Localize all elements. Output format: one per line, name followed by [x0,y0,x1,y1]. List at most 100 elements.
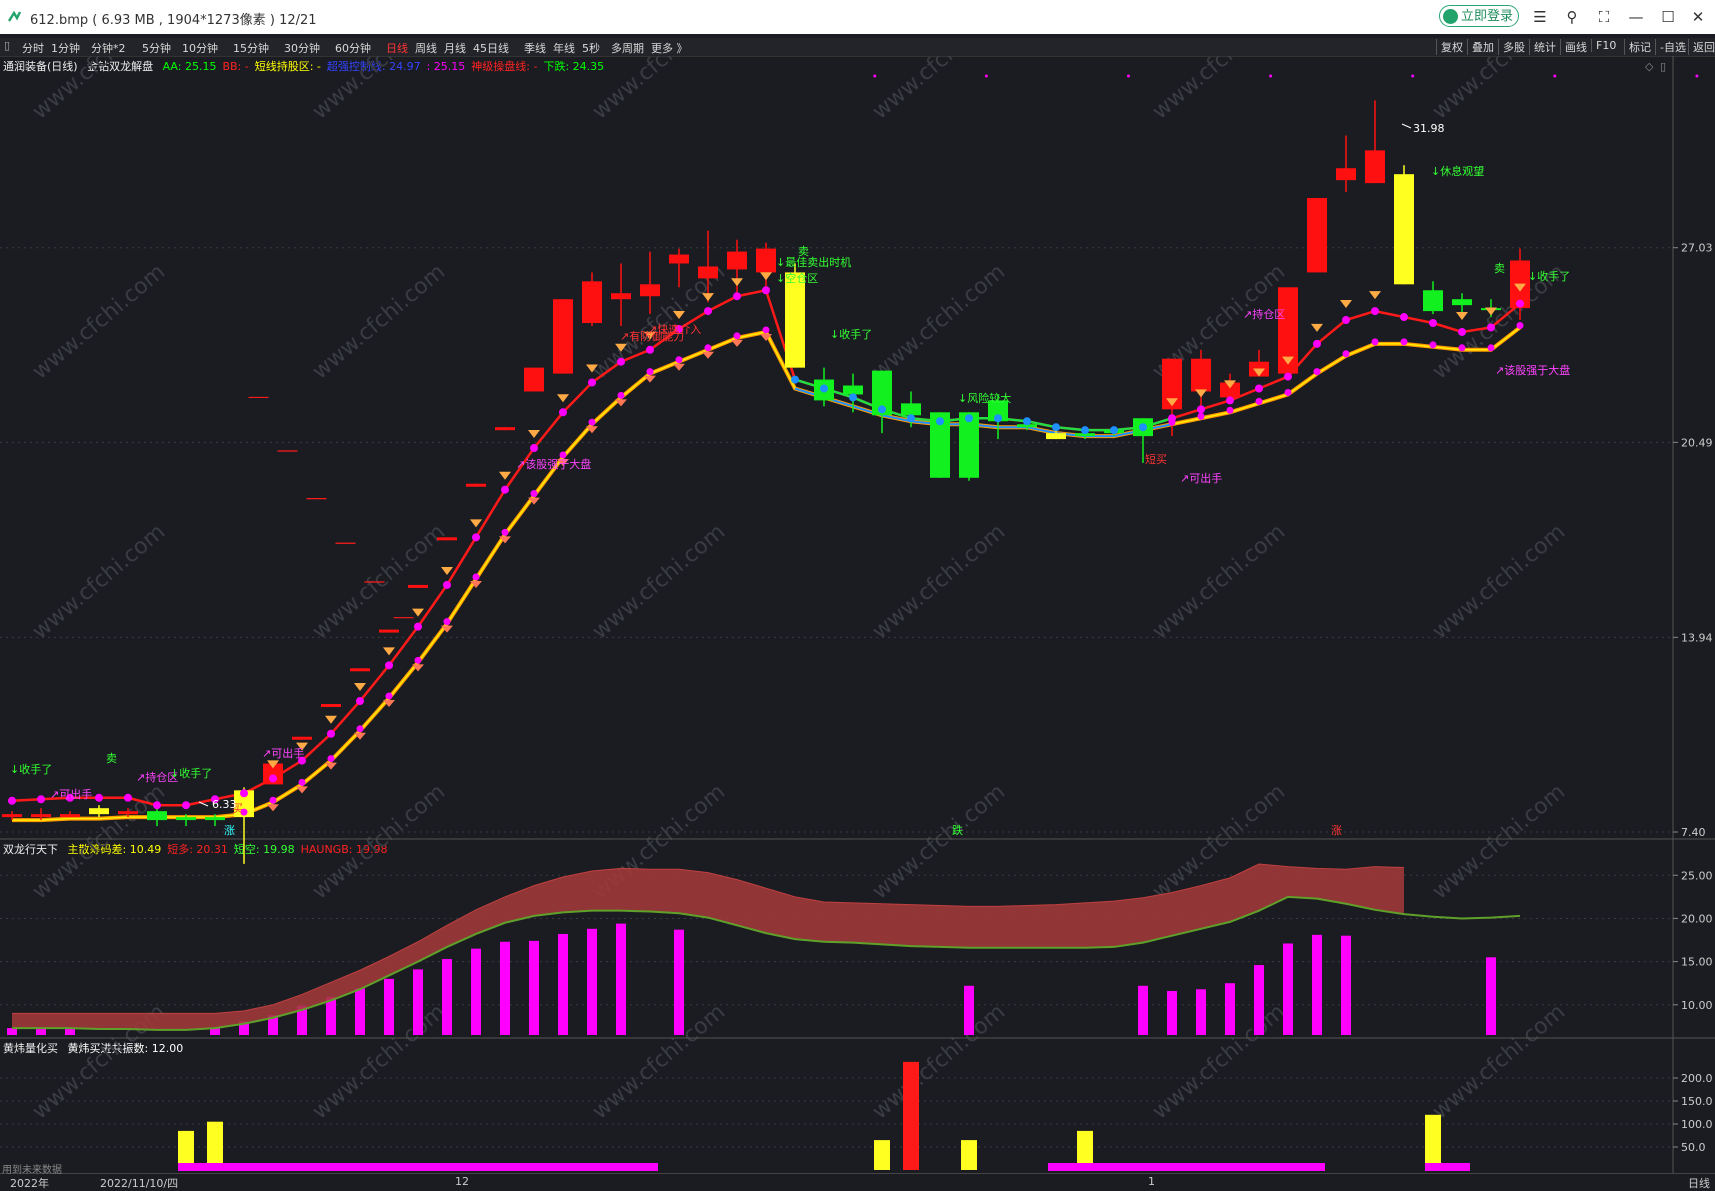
candle-body[interactable] [89,808,109,815]
candle-body[interactable] [553,299,573,374]
chart-annotation: ↓收手了 [10,762,52,776]
diamond-icon [760,272,772,281]
candle-body[interactable] [60,814,80,818]
candle-body[interactable] [466,483,486,487]
candle-body[interactable] [524,367,544,392]
user-avatar-icon [1443,9,1458,24]
candle-body[interactable] [118,811,138,815]
panel-menu-icon[interactable]: ▯ [1660,60,1666,73]
candle-body[interactable] [901,403,921,416]
chart-annotation: ↗持仓区 [1243,307,1285,321]
chip-bar [1196,989,1206,1035]
candle-body[interactable] [1452,299,1472,306]
signal-strip [178,1163,658,1171]
panel3-axis-label: 150.0 [1681,1095,1713,1108]
candle-body[interactable] [582,281,602,324]
line-marker [675,356,683,364]
period-tab[interactable]: 年线 [553,40,575,56]
line-marker [762,286,770,295]
line-marker [8,796,16,805]
maximize-icon[interactable]: ☐ [1658,7,1678,27]
period-tab[interactable]: 10分钟 [182,40,218,56]
menu-icon[interactable]: ☰ [1530,7,1550,27]
period-tab[interactable]: 多周期 [611,40,644,56]
candle-body[interactable] [321,704,341,707]
login-button[interactable]: 立即登录 [1439,5,1519,27]
candle-body[interactable] [437,537,457,541]
toolbar-action[interactable]: -自选 [1655,39,1686,55]
candle-body[interactable] [785,272,805,368]
sidebar-toggle-icon[interactable]: ▯ [4,39,10,52]
candle-body[interactable] [379,629,399,633]
chip-bar [529,940,539,1035]
period-tab[interactable]: 30分钟 [284,40,320,56]
candle-body[interactable] [1394,174,1414,285]
watermark-text: www.cfchi.com [28,519,170,644]
period-tab[interactable]: 5秒 [582,40,600,56]
line-marker [733,292,741,301]
period-tab[interactable]: 60分钟 [335,40,371,56]
toolbar-action[interactable]: 复权 [1436,39,1463,55]
period-tab[interactable]: 更多 》 [651,40,688,56]
candle-body[interactable] [1046,433,1066,440]
chart-annotation: ↓最佳卖出时机 [776,255,851,269]
candle-body[interactable] [1365,150,1385,184]
stock-chart[interactable]: www.cfchi.com www.cfchi.com www.cfchi.com w… [0,56,1715,1173]
candle-body[interactable] [205,817,225,821]
diamond-icon [499,471,511,480]
toolbar-action[interactable]: 叠加 [1467,39,1494,55]
candle-body[interactable] [727,251,747,270]
candle-body[interactable] [640,284,660,297]
panel3-axis-label: 200.0 [1681,1072,1713,1085]
line-marker [1052,423,1060,432]
line-marker [646,345,654,354]
candle-body[interactable] [31,814,51,818]
pin-panel-icon[interactable]: ◇ [1645,60,1654,73]
period-tab[interactable]: 5分钟 [142,40,171,56]
period-tab[interactable]: 45日线 [473,40,509,56]
period-tab[interactable]: 15分钟 [233,40,269,56]
toolbar-action[interactable]: F10 [1591,39,1616,52]
candle-body[interactable] [176,817,196,821]
candle-body[interactable] [495,427,515,431]
candle-body[interactable] [147,811,167,821]
chart-annotation: ↓空仓区 [776,271,818,285]
signal-strip [1048,1163,1325,1171]
line-marker [733,332,741,340]
diamond-icon [731,339,743,347]
toolbar-action[interactable]: 画线 [1560,39,1587,55]
toolbar-action[interactable]: 多股 [1498,39,1525,55]
candle-body[interactable] [292,736,312,740]
period-tab[interactable]: 月线 [444,40,466,56]
period-tab[interactable]: 季线 [524,40,546,56]
date-label: 12 [455,1175,469,1188]
candle-body[interactable] [1423,290,1443,312]
candle-body[interactable] [408,584,428,588]
minimize-icon[interactable]: — [1626,7,1646,27]
candle-body[interactable] [756,248,776,273]
candle-body[interactable] [350,668,370,672]
line-marker [617,391,625,399]
candle-body[interactable] [611,293,631,300]
toolbar-action[interactable]: 统计 [1529,39,1556,55]
candle-body[interactable] [698,266,718,279]
period-tab[interactable]: 分钟*2 [91,40,126,56]
candle-body[interactable] [1191,358,1211,392]
candle-body[interactable] [1336,168,1356,181]
chip-bar [964,985,974,1035]
candle-body[interactable] [2,814,22,818]
period-tab[interactable]: 1分钟 [51,40,80,56]
toolbar-action[interactable]: 标记 [1624,39,1651,55]
candle-body[interactable] [669,254,689,264]
toolbar-action[interactable]: 返回 [1688,39,1715,55]
title-bar: 612.bmp ( 6.93 MB , 1904*1273像素 ) 12/21 … [0,0,1715,34]
price-axis-label: 20.49 [1681,436,1713,449]
close-icon[interactable]: ✕ [1688,7,1708,27]
period-tab[interactable]: 日线 [386,40,408,56]
pin-icon[interactable]: ⚲ [1562,7,1582,27]
candle-body[interactable] [843,385,863,395]
period-tab[interactable]: 分时 [22,40,44,56]
fullscreen-icon[interactable]: ⛶ [1594,7,1614,27]
candle-body[interactable] [1307,197,1327,273]
period-tab[interactable]: 周线 [415,40,437,56]
